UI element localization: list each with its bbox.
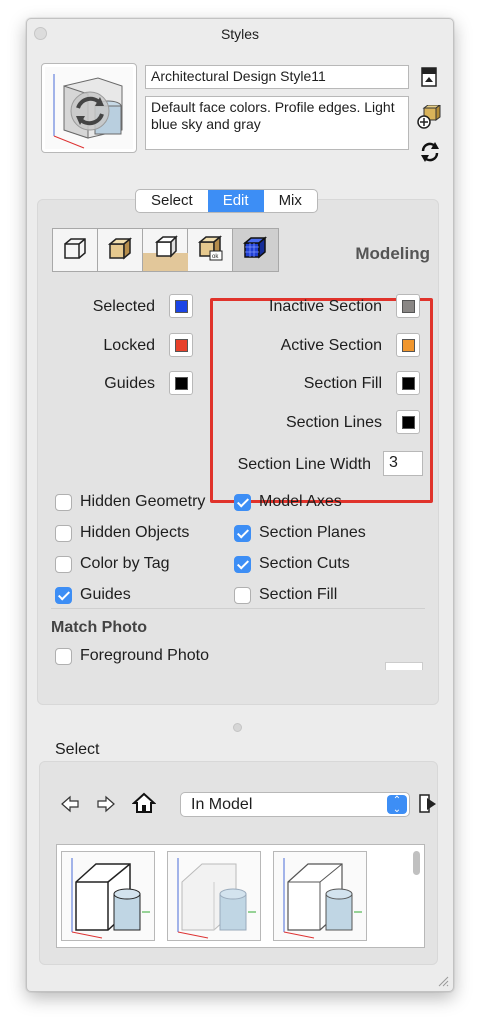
forward-arrow-icon[interactable]: [96, 795, 116, 813]
guides-color-label: Guides: [104, 375, 155, 392]
style-thumbnail-grid: [56, 844, 425, 948]
style-description-input[interactable]: Default face colors. Profile edges. Ligh…: [145, 96, 409, 150]
face-settings-icon: [107, 237, 133, 260]
splitter-handle[interactable]: [233, 723, 242, 732]
checkbox-checked-icon: [55, 586, 72, 604]
section-lines-label: Section Lines: [285, 414, 382, 431]
style-tabs: Select Edit Mix: [135, 189, 318, 213]
update-style-refresh-icon[interactable]: [420, 141, 440, 163]
section-planes-checkbox[interactable]: Section Planes: [234, 524, 366, 542]
foreground-photo-checkbox[interactable]: Foreground Photo: [55, 647, 209, 665]
create-new-style-icon[interactable]: [415, 105, 441, 131]
locked-color-label: Locked: [103, 337, 155, 354]
tab-mix[interactable]: Mix: [264, 190, 317, 212]
section-line-width-input[interactable]: 3: [383, 451, 423, 476]
details-toggle-icon[interactable]: [421, 67, 437, 87]
style-preview-image: [177, 858, 256, 939]
style-thumbnail-3[interactable]: [273, 851, 367, 941]
active-section-label: Active Section: [280, 337, 382, 354]
section-fill-swatch[interactable]: [396, 371, 420, 395]
guides-color-swatch[interactable]: [169, 371, 193, 395]
library-select-label: Select: [55, 741, 100, 758]
modeling-settings-icon: [242, 236, 268, 259]
thumbnail-scrollbar[interactable]: [413, 851, 420, 875]
checkbox-icon: [234, 586, 251, 604]
modeling-settings-button[interactable]: [233, 229, 278, 271]
checkbox-icon: [55, 555, 72, 573]
inactive-section-swatch[interactable]: [396, 294, 420, 318]
style-thumbnail-2[interactable]: [167, 851, 261, 941]
locked-color-swatch[interactable]: [169, 333, 193, 357]
background-settings-icon: [143, 235, 188, 271]
watermark-settings-button[interactable]: ok: [188, 229, 233, 271]
tab-edit[interactable]: Edit: [207, 190, 264, 212]
details-arrow-icon[interactable]: [418, 793, 438, 815]
section-cuts-checkbox[interactable]: Section Cuts: [234, 555, 350, 573]
guides-checkbox[interactable]: Guides: [55, 586, 131, 604]
style-name-input[interactable]: Architectural Design Style11: [145, 65, 409, 89]
home-icon[interactable]: [132, 792, 156, 814]
style-collection-dropdown[interactable]: In Model ⌃ ⌄: [180, 792, 410, 817]
watermark-settings-icon: ok: [197, 235, 223, 261]
match-photo-title: Match Photo: [51, 619, 147, 636]
svg-text:ok: ok: [212, 254, 219, 260]
chevron-updown-icon: ⌃ ⌄: [387, 795, 407, 815]
active-section-swatch[interactable]: [396, 333, 420, 357]
style-library-panel: In Model ⌃ ⌄: [39, 761, 438, 965]
edit-mode-toolbar: ok: [52, 228, 279, 272]
hidden-geometry-checkbox[interactable]: Hidden Geometry: [55, 493, 205, 511]
styles-window: Styles Architectural Design Style11 Defa…: [26, 18, 454, 992]
section-lines-swatch[interactable]: [396, 410, 420, 434]
update-style-icon: [53, 74, 123, 149]
checkbox-icon: [55, 647, 72, 665]
section-fill-label: Section Fill: [303, 375, 382, 392]
face-settings-button[interactable]: [98, 229, 143, 271]
style-preview-image: [283, 858, 362, 939]
back-arrow-icon[interactable]: [60, 795, 80, 813]
checkbox-icon: [55, 524, 72, 542]
hidden-objects-checkbox[interactable]: Hidden Objects: [55, 524, 189, 542]
inactive-section-label: Inactive Section: [269, 298, 382, 315]
style-thumbnail-1[interactable]: [61, 851, 155, 941]
edge-settings-button[interactable]: [53, 229, 98, 271]
window-title: Styles: [220, 26, 260, 42]
background-settings-button[interactable]: [143, 229, 188, 271]
style-thumbnail[interactable]: [41, 63, 137, 153]
style-preview-image: [71, 858, 150, 939]
selected-color-label: Selected: [92, 298, 155, 315]
checkbox-checked-icon: [234, 555, 251, 573]
mode-title: Modeling: [355, 244, 430, 263]
selected-color-swatch[interactable]: [169, 294, 193, 318]
divider: [51, 608, 425, 609]
section-line-width-label: Section Line Width: [237, 456, 371, 473]
section-fill-checkbox[interactable]: Section Fill: [234, 586, 337, 604]
model-axes-checkbox[interactable]: Model Axes: [234, 493, 342, 511]
title-bar: Styles: [27, 19, 453, 49]
edge-settings-icon: [64, 238, 86, 259]
resize-grip-icon[interactable]: [437, 975, 449, 987]
tab-select[interactable]: Select: [136, 190, 208, 212]
close-button[interactable]: [34, 27, 47, 40]
color-by-tag-checkbox[interactable]: Color by Tag: [55, 555, 170, 573]
checkbox-icon: [55, 493, 72, 511]
checkbox-checked-icon: [234, 493, 251, 511]
photo-opacity-swatch[interactable]: [385, 662, 423, 670]
checkbox-checked-icon: [234, 524, 251, 542]
